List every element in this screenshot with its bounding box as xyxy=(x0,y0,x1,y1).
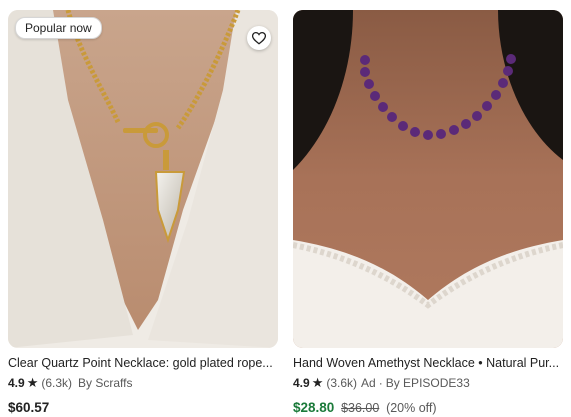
amethyst-necklace-photo xyxy=(293,10,563,348)
price-row: $60.57 xyxy=(8,399,278,417)
sale-price: $28.80 xyxy=(293,400,335,415)
heart-outline-icon xyxy=(252,31,266,45)
price-row: $28.80 $36.00 (20% off) xyxy=(293,399,563,417)
popular-now-badge: Popular now xyxy=(15,17,102,39)
star-icon: ★ xyxy=(311,375,324,390)
listing-title[interactable]: Hand Woven Amethyst Necklace • Natural P… xyxy=(293,355,563,371)
review-count: (3.6k) xyxy=(326,376,358,390)
listing-card-1[interactable]: Popular now Clear Quartz Point Necklace:… xyxy=(8,10,278,417)
favorite-button[interactable] xyxy=(247,26,271,50)
listing-meta: 4.9 ★ (3.6k) Ad · By EPISODE33 xyxy=(293,375,563,391)
discount-label: (20% off) xyxy=(386,401,437,415)
listing-card-2[interactable]: Hand Woven Amethyst Necklace • Natural P… xyxy=(293,10,563,417)
quartz-necklace-photo xyxy=(8,10,278,348)
original-price: $36.00 xyxy=(341,401,380,415)
review-count: (6.3k) xyxy=(41,376,73,390)
listing-image-1[interactable]: Popular now xyxy=(8,10,278,348)
listing-title[interactable]: Clear Quartz Point Necklace: gold plated… xyxy=(8,355,278,371)
rating-value: 4.9 xyxy=(8,376,25,390)
seller-name[interactable]: By EPISODE33 xyxy=(386,375,470,391)
dot-separator: · xyxy=(378,376,383,390)
rating-value: 4.9 xyxy=(293,376,310,390)
price: $60.57 xyxy=(8,400,50,415)
listing-meta: 4.9 ★ (6.3k) By Scraffs xyxy=(8,375,278,391)
star-icon: ★ xyxy=(26,375,39,390)
listing-image-2[interactable] xyxy=(293,10,563,348)
ad-label: Ad xyxy=(361,376,376,390)
seller-name[interactable]: By Scraffs xyxy=(78,375,132,391)
